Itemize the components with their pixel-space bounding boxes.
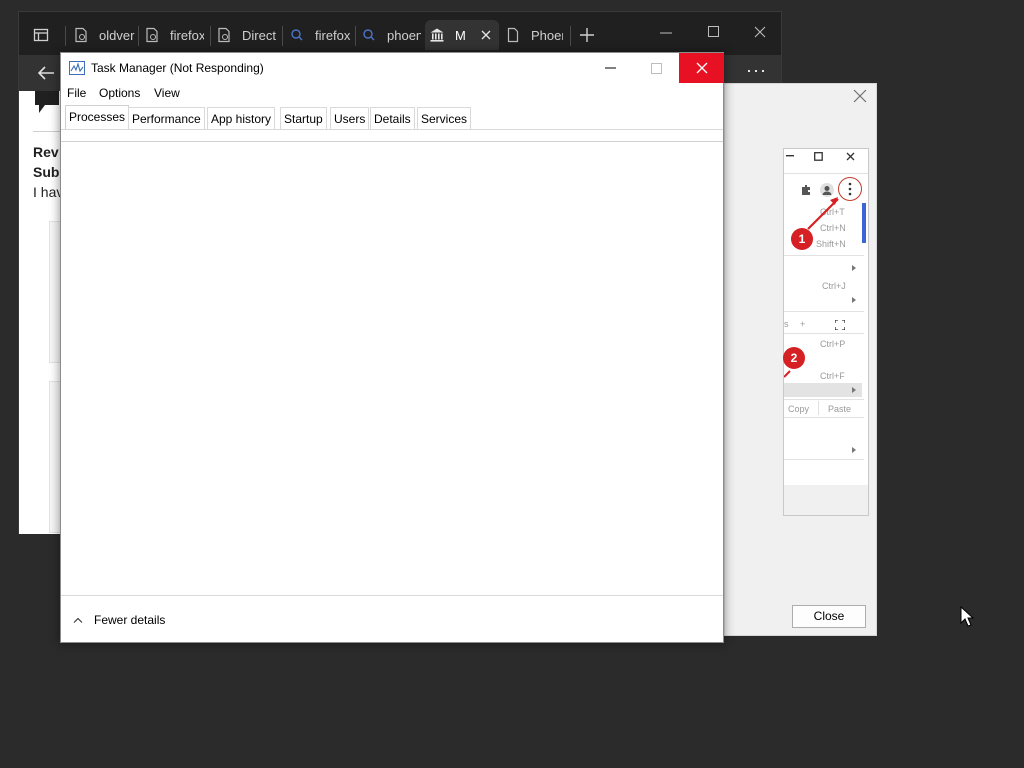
search-icon [291,29,303,41]
paste-label: Paste [828,404,852,414]
dialog-close-button[interactable]: Close [792,605,866,628]
submenu-arrow-icon [852,265,856,271]
submenu-arrow-icon [852,297,856,303]
museum-icon [430,28,444,42]
page-icon [218,27,230,43]
search-icon [363,29,375,41]
tab-startup[interactable]: Startup [280,107,327,129]
sidebar-panel-icon [33,28,49,42]
task-manager-window: Task Manager (Not Responding) File Optio… [60,52,724,643]
menu-file[interactable]: File [67,86,86,100]
instruction-screenshot: Ctrl+T Ctrl+N Shift+N Ctrl+J s + Ctrl+P … [783,148,869,516]
task-manager-icon [69,61,85,75]
minimize-icon [786,155,794,157]
minimize-icon[interactable] [660,32,672,34]
tab-active-m[interactable]: M [425,20,499,50]
zoom-plus: + [800,319,806,329]
comment-bubble-icon [35,91,59,113]
tab-processes[interactable]: Processes [65,105,130,130]
title-bar: Task Manager (Not Responding) [69,61,264,75]
page-heading-fragment: Rev [33,144,59,160]
tab-details[interactable]: Details [370,107,415,129]
maximize-icon[interactable] [708,26,720,38]
tab-firefox-1[interactable]: firefox [144,24,204,46]
menu-shortcut: Ctrl+J [822,281,846,291]
tab-firefox-2[interactable]: firefox [289,24,351,46]
tab-label: oldver [99,27,135,43]
minimize-button[interactable] [587,53,633,83]
page-icon [146,27,158,43]
menu-shortcut: Ctrl+F [820,371,845,381]
kebab-menu-icon [848,182,852,196]
menu-shortcut: Shift+N [816,239,846,249]
maximize-icon [650,62,662,74]
tab-direct[interactable]: Direct [216,24,278,46]
close-icon[interactable] [754,26,766,38]
tab-performance[interactable]: Performance [128,107,205,129]
menu-shortcut: Ctrl+P [820,339,846,349]
tab-phoen-doc[interactable]: Phoen [505,24,563,46]
page-body-fragment: I hav [33,184,64,200]
new-tab-button[interactable] [579,24,595,46]
minimize-icon [604,67,616,69]
tab-app-history[interactable]: App history [207,107,276,129]
fullscreen-icon [835,320,845,330]
fewer-details-button[interactable]: Fewer details [73,613,165,627]
zoom-minus: s [784,319,789,329]
step-badge-1: 1 [791,228,813,250]
back-arrow-icon[interactable] [37,65,55,81]
tab-oldver[interactable]: oldver [73,24,137,46]
processes-panel [61,141,723,596]
fewer-details-label: Fewer details [94,613,166,627]
tab-divider [61,129,723,130]
menu-view[interactable]: View [154,86,180,100]
menu-bar: File Options View [61,83,723,103]
step-badge-2: 2 [783,347,805,369]
page-subject-fragment: Sub [33,164,60,180]
tab-strip: oldver firefox Direct firefox phoen M Ph… [19,12,781,55]
tab-label: phoen [387,27,421,43]
help-dialog: Ctrl+T Ctrl+N Shift+N Ctrl+J s + Ctrl+P … [724,83,877,636]
plus-icon [580,28,594,42]
tab-label: firefox [315,27,351,43]
tab-label: Direct [242,27,276,43]
tab-label: Phoen [531,27,563,43]
tab-bar: Processes Performance App history Startu… [61,105,723,130]
tab-close-icon[interactable] [480,29,492,41]
window-title: Task Manager (Not Responding) [91,61,264,75]
tab-users[interactable]: Users [330,107,370,129]
submenu-arrow-icon [852,447,856,453]
submenu-arrow-icon [852,387,856,393]
maximize-icon [814,152,823,161]
close-button[interactable] [679,53,724,83]
tab-label: firefox [170,27,204,43]
close-icon [846,152,855,161]
close-icon [696,62,707,74]
more-options-button[interactable]: ··· [746,60,767,81]
annotation-arrow [784,370,791,378]
page-icon [75,27,87,43]
tab-services[interactable]: Services [417,107,472,129]
document-icon [507,27,519,43]
mouse-cursor-icon [960,606,974,627]
tab-label: M [455,27,466,43]
maximize-button[interactable] [633,53,679,83]
sidebar-toggle-button[interactable] [33,24,59,46]
tab-phoen-search[interactable]: phoen [361,24,421,46]
menu-options[interactable]: Options [99,86,140,100]
copy-label: Copy [788,404,810,414]
chevron-up-icon [73,617,83,623]
annotation-arrow [807,197,839,230]
dialog-close-icon[interactable] [852,88,868,104]
